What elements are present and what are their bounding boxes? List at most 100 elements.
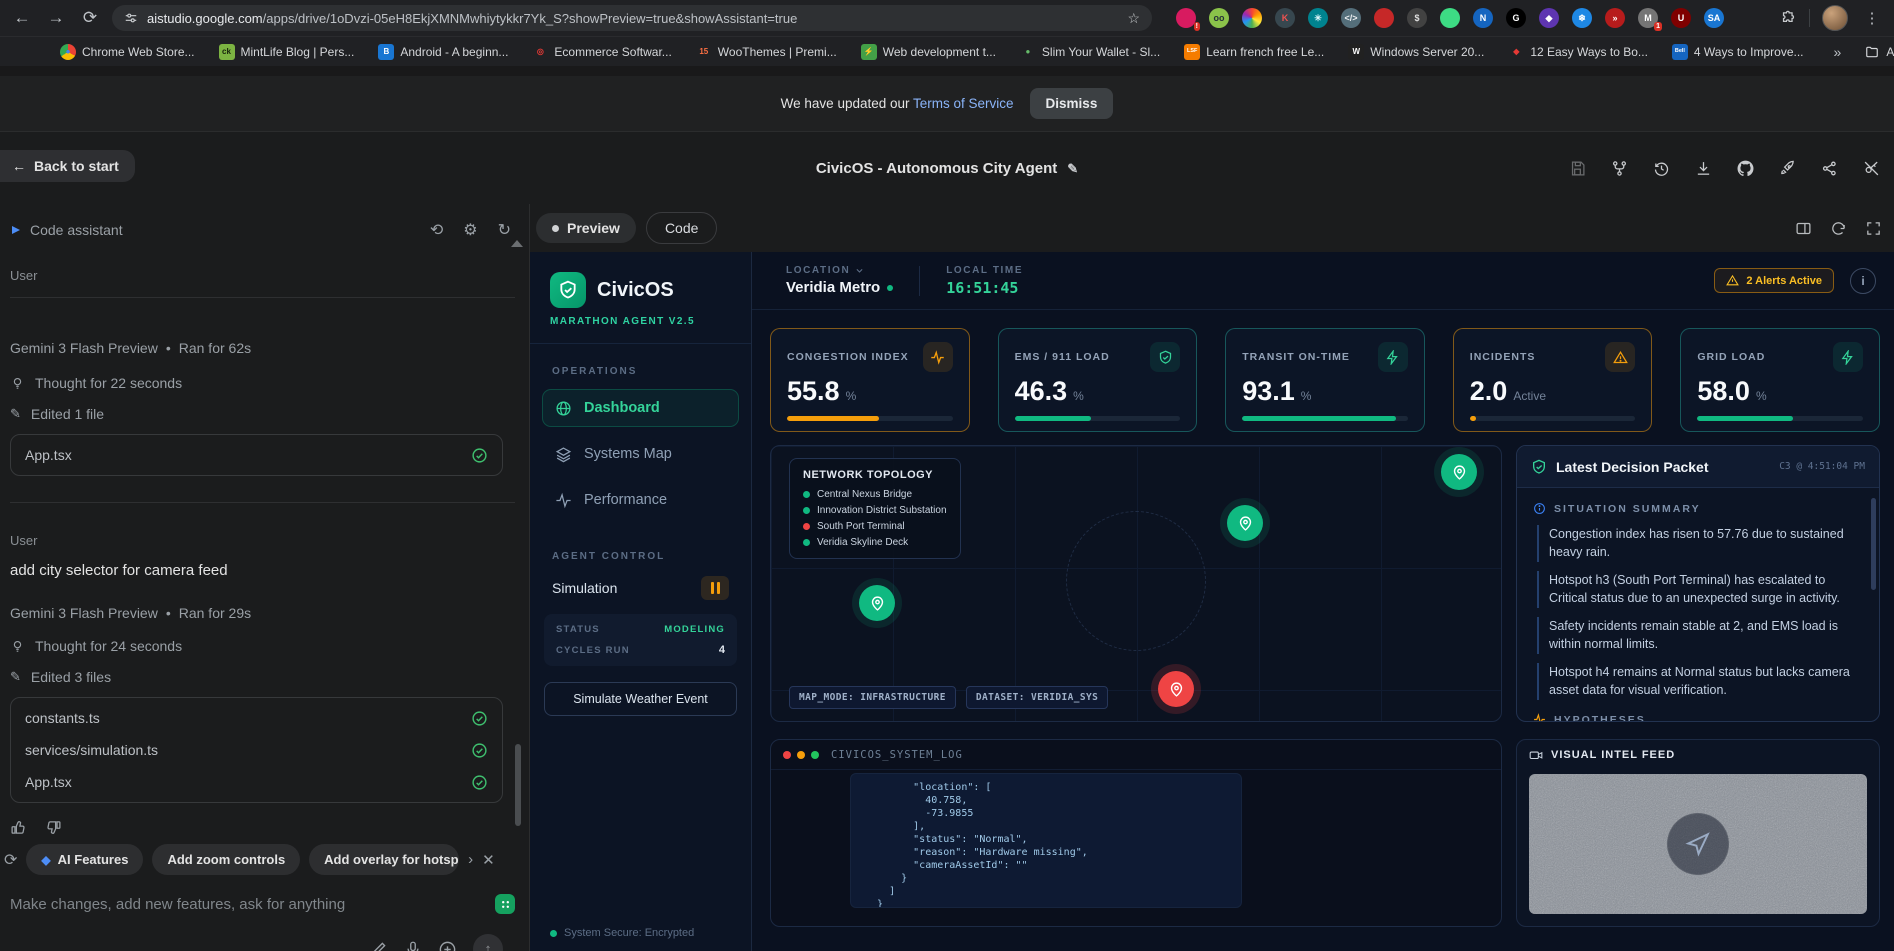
decision-scrollbar-thumb[interactable] xyxy=(1871,498,1876,590)
extension-icon[interactable] xyxy=(1242,8,1262,28)
suggestion-chip[interactable]: Add overlay for hotspot inf xyxy=(309,844,460,875)
bookmark-item[interactable]: W Windows Server 20... xyxy=(1348,43,1484,60)
omnibox[interactable]: aistudio.google.com/apps/drive/1oDvzi-05… xyxy=(112,5,1152,31)
github-icon[interactable] xyxy=(1732,155,1758,181)
extension-icon[interactable]: oo xyxy=(1209,8,1229,28)
edited-row[interactable]: ✎ Edited 3 files xyxy=(10,669,515,685)
extension-icon[interactable]: K xyxy=(1275,8,1295,28)
code-sync-icon[interactable] xyxy=(1830,220,1847,237)
forward-icon[interactable]: → xyxy=(44,8,68,28)
thought-row[interactable]: Thought for 24 seconds xyxy=(10,638,515,654)
sidebar-item-dashboard[interactable]: Dashboard xyxy=(542,389,739,427)
deploy-rocket-icon[interactable] xyxy=(1774,155,1800,181)
bookmark-item[interactable]: LSF Learn french free Le... xyxy=(1184,43,1324,60)
extension-icon[interactable]: ! xyxy=(1176,8,1200,31)
bookmark-item[interactable]: B Android - A beginn... xyxy=(378,43,508,60)
simulate-weather-button[interactable]: Simulate Weather Event xyxy=(544,682,737,716)
bookmark-item[interactable]: ● Chrome Web Store... xyxy=(60,43,195,60)
prompt-input[interactable]: Make changes, add new features, ask for … xyxy=(10,894,515,914)
extension-icon[interactable]: ❄ xyxy=(1572,8,1592,28)
extension-icon[interactable] xyxy=(1374,8,1394,28)
bookmark-star-icon[interactable]: ☆ xyxy=(1127,10,1140,27)
assistant-arrow-icon[interactable] xyxy=(10,224,22,236)
extension-icon[interactable]: N xyxy=(1473,8,1493,28)
info-icon[interactable]: i xyxy=(1850,267,1876,294)
apps-grid-green-icon[interactable] xyxy=(495,894,515,914)
camera-static-view[interactable] xyxy=(1529,774,1867,914)
bookmark-item[interactable]: ◆ 12 Easy Ways to Bo... xyxy=(1508,44,1648,60)
tos-link[interactable]: Terms of Service xyxy=(913,96,1014,111)
extension-icon[interactable]: $ xyxy=(1407,8,1427,28)
suggestion-chip[interactable]: ◆ AI Features xyxy=(26,844,144,875)
extension-icon[interactable]: » xyxy=(1605,8,1625,28)
save-icon[interactable] xyxy=(1564,155,1590,181)
edited-file-row[interactable]: App.tsx xyxy=(25,766,488,798)
map-marker[interactable] xyxy=(1158,671,1194,707)
draw-pencil-icon[interactable] xyxy=(370,940,388,951)
alerts-badge[interactable]: 2 Alerts Active xyxy=(1714,268,1834,293)
fullscreen-icon[interactable] xyxy=(1865,220,1882,237)
profile-avatar[interactable] xyxy=(1822,5,1848,31)
site-info-icon[interactable] xyxy=(124,11,138,25)
bookmark-item[interactable]: ● Slim Your Wallet - Sl... xyxy=(1020,44,1161,60)
extension-icon[interactable]: ✳ xyxy=(1308,8,1328,28)
assistant-settings-icon[interactable]: ⚙ xyxy=(463,220,477,240)
dismiss-button[interactable]: Dismiss xyxy=(1029,88,1114,119)
back-icon[interactable]: ← xyxy=(10,8,34,28)
bookmark-item[interactable]: ◎ Ecommerce Softwar... xyxy=(532,44,672,60)
edited-row[interactable]: ✎ Edited 1 file xyxy=(10,406,515,422)
pause-simulation-button[interactable] xyxy=(701,576,729,600)
map-marker[interactable] xyxy=(859,585,895,621)
edited-file-row[interactable]: constants.ts xyxy=(25,702,488,734)
extension-icon[interactable]: U xyxy=(1671,8,1691,28)
extension-icon[interactable]: SA xyxy=(1704,8,1724,28)
chips-scroll-right-icon[interactable]: › xyxy=(468,851,473,868)
chips-close-icon[interactable]: ✕ xyxy=(482,851,495,869)
map-marker[interactable] xyxy=(1441,454,1477,490)
extension-icon[interactable]: G xyxy=(1506,8,1526,28)
edited-file-row[interactable]: App.tsx xyxy=(25,439,488,471)
thought-row[interactable]: Thought for 22 seconds xyxy=(10,375,515,391)
bookmark-item[interactable]: ⚡ Web development t... xyxy=(860,43,996,60)
thumbs-up-icon[interactable] xyxy=(10,819,27,836)
map-mode-chip: DATASET: VERIDIA_SYS xyxy=(965,686,1109,709)
sidebar-item-performance[interactable]: Performance xyxy=(542,481,739,519)
map-marker[interactable] xyxy=(1227,505,1263,541)
mic-icon[interactable] xyxy=(404,940,422,951)
download-icon[interactable] xyxy=(1690,155,1716,181)
sidebar-item-systems-map[interactable]: Systems Map xyxy=(542,435,739,473)
api-key-off-icon[interactable] xyxy=(1858,155,1884,181)
extension-icon[interactable] xyxy=(1440,8,1460,28)
extension-icon[interactable]: M1 xyxy=(1638,8,1662,31)
device-layout-icon[interactable] xyxy=(1795,220,1812,237)
history-icon[interactable] xyxy=(1648,155,1674,181)
edit-title-icon[interactable]: ✎ xyxy=(1067,161,1078,176)
tab-preview[interactable]: Preview xyxy=(536,213,636,243)
extensions-puzzle-icon[interactable] xyxy=(1780,10,1797,27)
bookmark-item[interactable]: 15 WooThemes | Premi... xyxy=(696,44,836,60)
all-bookmarks-button[interactable]: All Bookmarks xyxy=(1865,45,1894,59)
chrome-menu-icon[interactable]: ⋮ xyxy=(1860,9,1884,27)
add-attachment-icon[interactable] xyxy=(438,940,457,951)
assistant-scrollbar-thumb[interactable] xyxy=(515,744,521,826)
map-panel[interactable]: NETWORK TOPOLOGY Central Nexus Bridge Inn… xyxy=(770,445,1502,722)
location-block[interactable]: LOCATION Veridia Metro xyxy=(786,265,894,296)
send-button[interactable]: ↑ xyxy=(473,934,503,951)
tab-code[interactable]: Code xyxy=(645,212,718,244)
bookmarks-overflow-icon[interactable]: » xyxy=(1834,44,1842,60)
thumbs-down-icon[interactable] xyxy=(45,819,62,836)
log-code-box[interactable]: "location": [ 40.758, -73.9855 ], "statu… xyxy=(850,773,1242,908)
panel-resize-handle[interactable] xyxy=(511,240,523,247)
regenerate-suggestions-icon[interactable]: ⟳ xyxy=(4,850,17,870)
share-icon[interactable] xyxy=(1816,155,1842,181)
assistant-refresh-icon[interactable]: ↻ xyxy=(498,220,511,240)
bookmark-item[interactable]: ck MintLife Blog | Pers... xyxy=(218,43,354,60)
fork-icon[interactable] xyxy=(1606,155,1632,181)
edited-file-row[interactable]: services/simulation.ts xyxy=(25,734,488,766)
chat-history-icon[interactable]: ⟲ xyxy=(430,220,443,240)
bookmark-item[interactable]: Bell 4 Ways to Improve... xyxy=(1671,43,1804,60)
extension-icon[interactable]: </> xyxy=(1341,8,1361,28)
suggestion-chip[interactable]: Add zoom controls xyxy=(152,844,301,875)
reload-icon[interactable]: ⟳ xyxy=(78,8,102,28)
extension-icon[interactable]: ◆ xyxy=(1539,8,1559,28)
